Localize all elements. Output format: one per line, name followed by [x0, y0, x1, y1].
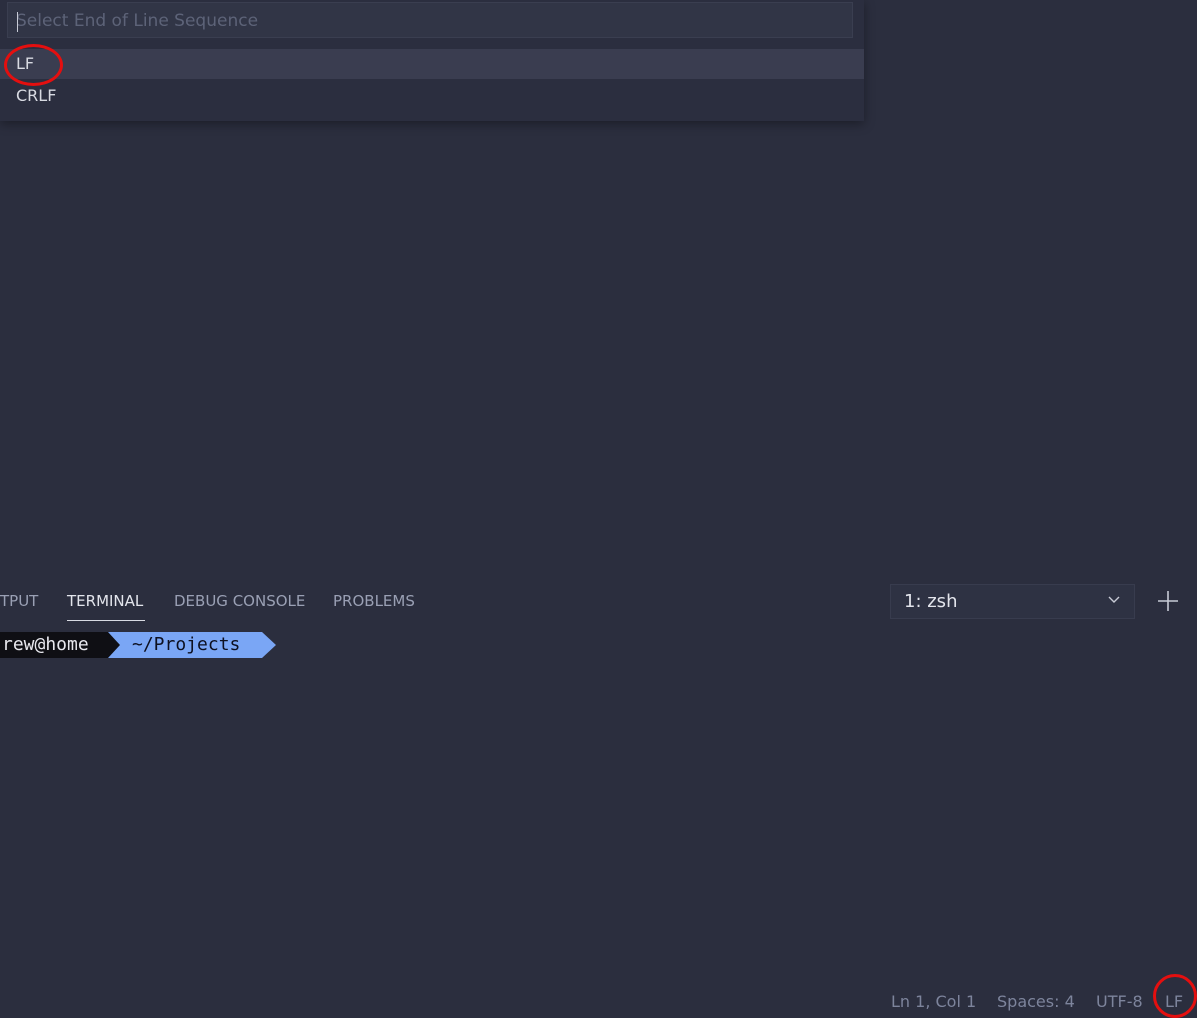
terminal-select-value: 1: zsh [904, 591, 958, 612]
quick-pick-input[interactable]: Select End of Line Sequence [7, 2, 853, 38]
quick-pick-placeholder: Select End of Line Sequence [16, 11, 259, 31]
editor-window: Select End of Line Sequence LF CRLF TPUT… [0, 0, 1197, 1018]
status-encoding[interactable]: UTF-8 [1096, 988, 1143, 1016]
active-tab-indicator [67, 620, 145, 621]
highlight-ring-eol-status [1153, 974, 1197, 1018]
tab-terminal[interactable]: TERMINAL [67, 583, 143, 619]
prompt-user-host: rew@home [0, 632, 108, 658]
status-indentation[interactable]: Spaces: 4 [997, 988, 1075, 1016]
quick-pick: Select End of Line Sequence LF CRLF [0, 0, 864, 121]
chevron-down-icon [1108, 596, 1120, 603]
tab-debug-console[interactable]: DEBUG CONSOLE [174, 583, 305, 619]
prompt-path-text: ~/Projects [132, 634, 241, 655]
tab-problems[interactable]: PROBLEMS [333, 583, 415, 619]
terminal-select-dropdown[interactable]: 1: zsh [890, 584, 1135, 619]
status-cursor-position[interactable]: Ln 1, Col 1 [891, 988, 976, 1016]
new-terminal-plus-icon[interactable] [1157, 590, 1179, 612]
quick-pick-item-crlf[interactable]: CRLF [0, 81, 864, 111]
quick-pick-item-lf[interactable]: LF [0, 49, 864, 79]
prompt-path-segment: ~/Projects [106, 632, 278, 658]
quick-pick-item-label: CRLF [16, 86, 57, 105]
tab-output[interactable]: TPUT [0, 583, 38, 619]
text-caret [17, 12, 18, 32]
highlight-ring-lf-option [4, 44, 63, 86]
